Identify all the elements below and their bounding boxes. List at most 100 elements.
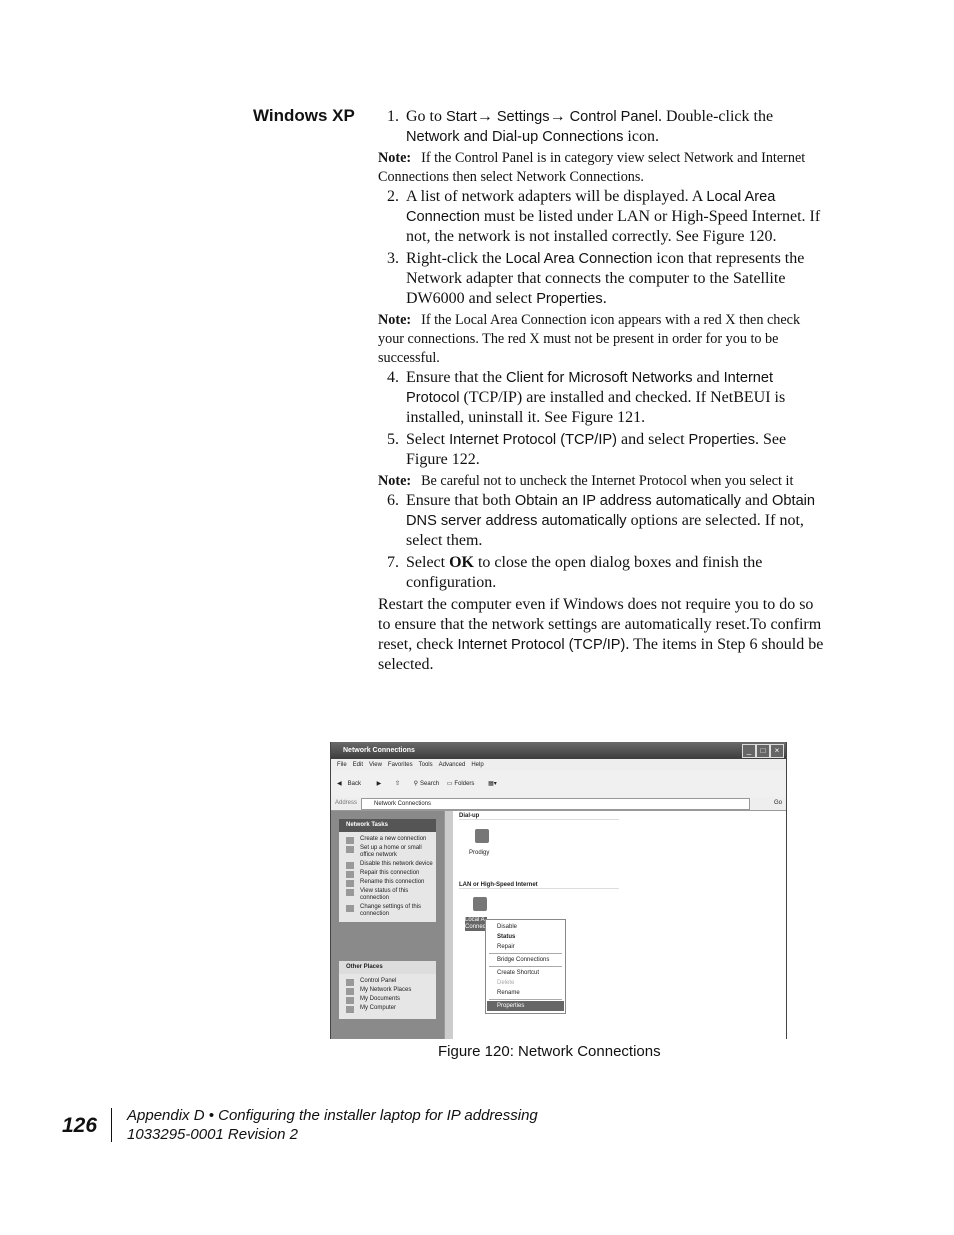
- text-segment: A list of network adapters will be displ…: [406, 188, 707, 205]
- ctx-rename: Rename: [497, 990, 520, 996]
- ui-term: Properties: [688, 432, 756, 448]
- search-icon: ⚲: [413, 781, 419, 787]
- network-connections-screenshot: Network Connections _ □ × File Edit View Fa…: [330, 742, 787, 1039]
- text-segment: Ensure that both: [406, 492, 515, 509]
- prodigy-label: Prodigy: [469, 850, 490, 856]
- menu-advanced: Advanced: [438, 762, 466, 768]
- network-tasks-title: Network Tasks: [339, 819, 436, 832]
- back-button: Back: [347, 781, 361, 787]
- text-segment: If the Control Panel is in category view…: [378, 150, 806, 185]
- menu-edit: Edit: [352, 762, 364, 768]
- window-title: Network Connections: [343, 747, 415, 754]
- task-link: Create a new connection: [339, 835, 436, 844]
- scrollbar: [444, 811, 453, 1039]
- text-segment: Right-click the: [406, 250, 506, 267]
- task-link: Control Panel: [339, 977, 436, 986]
- minimize-icon: _: [742, 744, 756, 758]
- text-segment: →: [476, 108, 497, 125]
- window-title-bar: Network Connections: [331, 742, 786, 759]
- ctx-disable: Disable: [497, 924, 518, 930]
- group-dialup: Dial-up: [459, 813, 619, 820]
- ui-term: Obtain an IP address automatically: [514, 493, 741, 509]
- network-tasks-panel: Network Tasks Create a new connection Set…: [339, 819, 436, 922]
- ui-term: Internet Protocol (TCP/IP): [449, 432, 617, 448]
- step-item: 6. Ensure that both Obtain an IP address …: [378, 491, 828, 551]
- label-line: Local A: [465, 917, 485, 923]
- note: Note: Be careful not to uncheck the Inter…: [378, 472, 828, 491]
- go-button: Go: [773, 800, 782, 806]
- up-folder-icon: ⇧: [394, 781, 400, 787]
- note: Note: If the Control Panel is in category…: [378, 149, 828, 187]
- step-number: 3.: [387, 250, 399, 267]
- text-segment: (TCP/IP) are installed and checked. If N…: [406, 389, 786, 426]
- task-link: Change settings of this connection: [339, 903, 436, 919]
- text-segment: OK: [449, 554, 474, 571]
- page-number: 126: [62, 1114, 98, 1137]
- ctx-create-shortcut: Create Shortcut: [497, 970, 540, 976]
- step-number: 7.: [387, 554, 399, 571]
- note-label: Note:: [378, 473, 412, 489]
- task-link: Disable this network device: [339, 860, 436, 869]
- ctx-bridge: Bridge Connections: [497, 957, 550, 963]
- ui-term: Client for Microsoft Networks: [505, 370, 693, 386]
- folders-button: Folders: [454, 781, 475, 787]
- text-segment: Select: [406, 431, 450, 448]
- text-segment: →: [549, 108, 570, 125]
- note-label: Note:: [378, 312, 412, 328]
- text-segment: . Double-click the: [658, 108, 774, 125]
- ctx-delete: Delete: [497, 980, 515, 986]
- forward-arrow-icon: ▶: [376, 781, 382, 787]
- text-segment: and select: [616, 431, 689, 448]
- footer-title: Appendix D • Configuring the installer l…: [127, 1107, 538, 1124]
- footer-revision: 1033295-0001 Revision 2: [127, 1126, 298, 1143]
- task-link: My Computer: [339, 1004, 436, 1013]
- task-link: My Network Places: [339, 986, 436, 995]
- ui-term: Control Panel: [569, 109, 658, 125]
- step-number: 6.: [387, 492, 399, 509]
- ui-term: Internet Protocol (TCP/IP): [457, 637, 626, 653]
- connections-view: Dial-up Prodigy LAN or High-Speed Intern…: [453, 811, 786, 1039]
- document-page: Windows XP 1. Go to Start→ Settings→ Cont…: [0, 0, 954, 1235]
- footer-divider: [111, 1108, 112, 1142]
- menu-tools: Tools: [418, 762, 433, 768]
- dialup-connection-icon: [475, 829, 489, 843]
- text-segment: icon.: [623, 128, 659, 145]
- step-item: 4. Ensure that the Client for Microsoft N…: [378, 368, 828, 428]
- maximize-icon: □: [756, 744, 770, 758]
- back-arrow-icon: ◀: [337, 781, 342, 787]
- note: Note: If the Local Area Connection icon a…: [378, 311, 828, 368]
- step-item: 1. Go to Start→ Settings→ Control Panel. …: [378, 107, 828, 147]
- task-link: View status of this connection: [339, 887, 436, 903]
- task-link: Set up a home or small office network: [339, 844, 436, 860]
- ctx-status: Status: [497, 934, 516, 940]
- task-link: Repair this connection: [339, 869, 436, 878]
- step-number: 4.: [387, 369, 399, 386]
- text-segment: If the Local Area Connection icon appear…: [378, 312, 801, 366]
- close-icon: ×: [770, 744, 784, 758]
- context-menu: Disable Status Repair Bridge Connections…: [485, 919, 566, 1014]
- toolbar: ◀ Back ▶ ⇧ ⚲ Search ▭ Folders ▦▾: [331, 771, 786, 798]
- text-segment: and: [740, 492, 773, 509]
- note-label: Note:: [378, 150, 412, 166]
- text-segment: Select: [406, 554, 450, 571]
- group-lan: LAN or High-Speed Internet: [459, 882, 619, 889]
- ui-term: Settings: [496, 109, 550, 125]
- other-places-title: Other Places: [339, 961, 436, 974]
- step-number: 1.: [387, 108, 399, 125]
- task-link: Rename this connection: [339, 878, 436, 887]
- folders-icon: ▭: [446, 781, 453, 787]
- paragraph: Restart the computer even if Windows doe…: [378, 595, 828, 675]
- step-item: 5. Select Internet Protocol (TCP/IP) and …: [378, 430, 828, 470]
- ui-term: Network and Dial-up Connections: [406, 129, 624, 145]
- ui-term: Properties: [536, 291, 603, 307]
- footer: Appendix D • Configuring the installer l…: [127, 1106, 538, 1144]
- task-pane: Network Tasks Create a new connection Set…: [331, 811, 444, 1039]
- ui-term: Start: [446, 109, 477, 125]
- label-line: Connec: [465, 924, 486, 930]
- menu-favorites: Favorites: [387, 762, 413, 768]
- text-segment: .: [602, 290, 607, 307]
- local-area-connection-label: Local A Connec: [465, 917, 487, 931]
- figure-caption: Figure 120: Network Connections: [438, 1043, 661, 1060]
- text-segment: Be careful not to uncheck the Internet P…: [421, 473, 794, 489]
- section-heading: Windows XP: [253, 106, 355, 125]
